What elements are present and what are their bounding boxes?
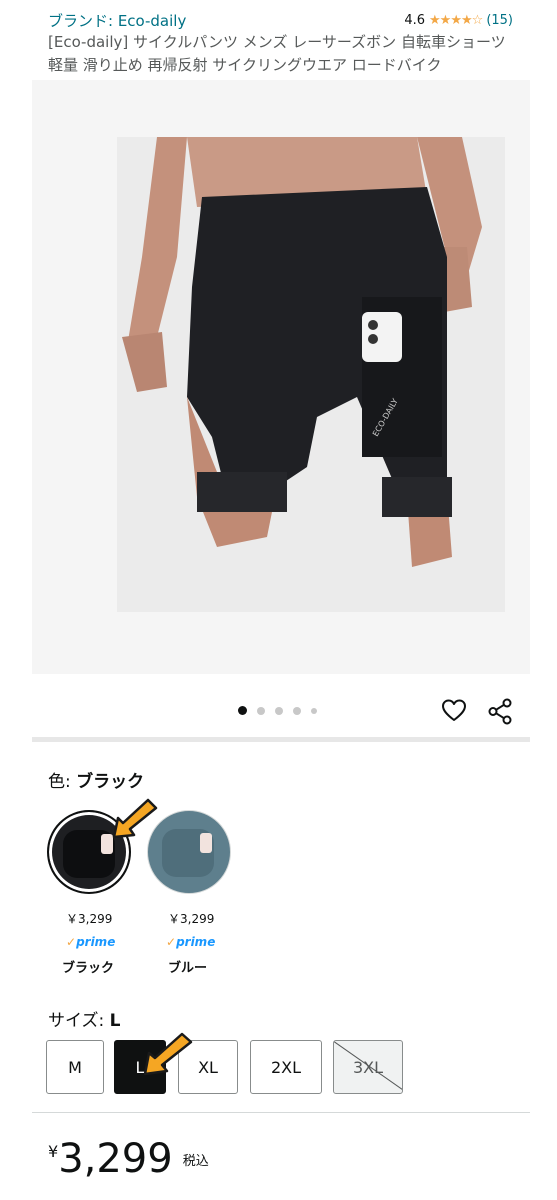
size-option-label: 2XL	[270, 1057, 302, 1077]
price-currency: ¥	[48, 1142, 59, 1161]
prime-label: prime	[76, 935, 116, 949]
swatch-price-black: ￥3,299	[66, 912, 113, 926]
color-label-prefix: 色:	[48, 772, 77, 792]
brand-rating-row: ブランド: Eco-daily 4.6 ★★★★☆ (15)	[48, 8, 513, 32]
rating-count[interactable]: (15)	[486, 13, 513, 28]
prime-label: prime	[176, 935, 216, 949]
carousel-dots[interactable]	[238, 706, 327, 715]
size-label-prefix: サイズ:	[48, 1011, 110, 1031]
heart-icon[interactable]	[441, 698, 467, 724]
size-option-label: XL	[198, 1057, 218, 1077]
prime-badge-blue: ✓prime	[166, 935, 215, 949]
annotation-arrow-icon	[143, 1032, 193, 1076]
size-selected-value: L	[109, 1011, 121, 1031]
swatch-phone-detail	[200, 833, 212, 853]
size-option-3xl[interactable]: 3XL	[333, 1040, 403, 1094]
prime-check-icon: ✓	[66, 935, 77, 949]
section-divider	[32, 1112, 530, 1113]
price-tax-note: 税込	[182, 1154, 209, 1169]
size-option-m[interactable]: M	[46, 1040, 104, 1094]
carousel-dot[interactable]	[275, 706, 283, 715]
product-image-gallery[interactable]: ECO-DAILY	[32, 80, 530, 674]
rating-score: 4.6	[404, 12, 426, 28]
product-photo: ECO-DAILY	[117, 137, 505, 612]
rating[interactable]: 4.6 ★★★★☆ (15)	[404, 13, 513, 28]
size-option-label: M	[68, 1057, 82, 1077]
product-title: [Eco-daily] サイクルパンツ メンズ レーサーズボン 自転車ショーツ …	[48, 33, 506, 74]
prime-badge-black: ✓prime	[66, 935, 115, 949]
swatch-name-blue: ブルー	[168, 961, 208, 976]
carousel-dot[interactable]	[257, 706, 265, 715]
carousel-dot[interactable]	[311, 707, 317, 714]
annotation-arrow-icon	[112, 798, 158, 839]
color-swatch-blue[interactable]	[147, 810, 231, 894]
price-block: ¥ 3,299 税込	[48, 1136, 209, 1182]
carousel-dot[interactable]	[293, 706, 301, 715]
section-divider	[32, 737, 530, 742]
prime-check-icon: ✓	[166, 935, 177, 949]
price-amount: 3,299	[58, 1136, 173, 1182]
swatch-price-blue: ￥3,299	[168, 912, 215, 926]
size-option-2xl[interactable]: 2XL	[250, 1040, 322, 1094]
brand-link[interactable]: ブランド: Eco-daily	[48, 10, 186, 31]
share-icon[interactable]	[487, 698, 514, 725]
star-rating-icon: ★★★★☆	[429, 12, 483, 28]
color-selected-value: ブラック	[76, 772, 145, 792]
swatch-name-black: ブラック	[62, 961, 115, 976]
carousel-dot-active[interactable]	[238, 706, 247, 715]
color-label: 色: ブラック	[48, 767, 144, 792]
size-label: サイズ: L	[48, 1006, 120, 1031]
